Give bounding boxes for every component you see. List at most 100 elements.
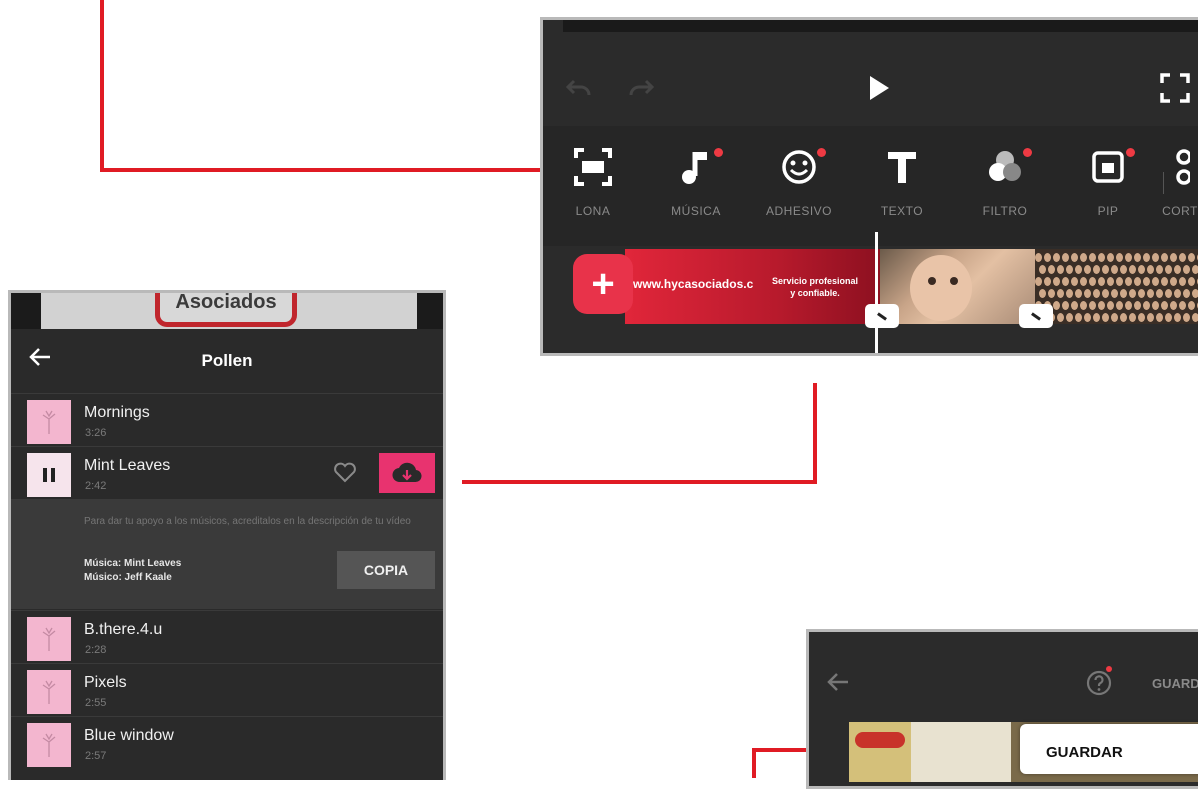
track-row[interactable]: Mornings 3:26	[11, 393, 443, 446]
crowd-head	[1143, 277, 1150, 286]
tool-musica[interactable]: MÚSICA	[646, 144, 746, 218]
transition-handle[interactable]	[1019, 304, 1053, 328]
baby-face	[910, 255, 972, 321]
eye	[928, 277, 936, 285]
crowd-head	[1120, 289, 1127, 298]
tool-cortar[interactable]: CORT	[1150, 144, 1198, 218]
track-row[interactable]: B.there.4.u 2:28	[11, 610, 443, 663]
crowd-head	[1111, 289, 1118, 298]
playhead[interactable]	[875, 232, 878, 353]
crowd-head	[1062, 277, 1069, 286]
tool-bar: LONA MÚSICA ADHESIVO TEXTO FILTRO PIP CO…	[543, 126, 1198, 246]
crowd-head	[1116, 301, 1123, 310]
music-note-icon	[682, 152, 707, 184]
tool-lona[interactable]: LONA	[543, 144, 643, 218]
crowd-head	[1089, 277, 1096, 286]
help-icon	[1086, 670, 1112, 696]
crowd-head	[1066, 265, 1073, 274]
preview-area	[563, 20, 1198, 32]
crowd-head	[1044, 277, 1051, 286]
track-name: Pixels	[84, 674, 127, 691]
download-button[interactable]	[379, 453, 435, 493]
crowd-head	[1057, 313, 1064, 322]
crowd-head	[1134, 277, 1141, 286]
crowd-head	[1035, 277, 1042, 286]
crowd-head	[1116, 253, 1123, 262]
crowd-head	[1048, 289, 1055, 298]
tool-texto[interactable]: TEXTO	[852, 144, 952, 218]
tool-adhesivo[interactable]: ADHESIVO	[749, 144, 849, 218]
timeline-clip-banner[interactable]: www.hycasociados.c Servicio profesional …	[625, 249, 880, 324]
credit-note: Para dar tu apoyo a los músicos, acredit…	[84, 516, 411, 527]
help-button[interactable]	[1086, 666, 1112, 701]
page-title: Pollen	[201, 351, 253, 370]
crowd-head	[1057, 289, 1064, 298]
copy-button[interactable]: COPIA	[337, 551, 435, 589]
crowd-head	[1156, 265, 1163, 274]
notification-dot	[1023, 148, 1032, 157]
connector-line	[100, 0, 104, 172]
crowd-head	[1107, 253, 1114, 262]
track-row[interactable]: Blue window 2:57	[11, 716, 443, 769]
fullscreen-button[interactable]	[1155, 70, 1195, 106]
undo-icon	[565, 79, 591, 96]
heart-icon	[334, 462, 356, 483]
canvas-icon	[574, 148, 612, 186]
notification-dot	[1126, 148, 1135, 157]
timeline[interactable]: www.hycasociados.c Servicio profesional …	[543, 232, 1198, 353]
crowd-head	[1071, 277, 1078, 286]
track-row[interactable]: Pixels 2:55	[11, 663, 443, 716]
crowd-head	[1161, 301, 1168, 310]
tool-filtro[interactable]: FILTRO	[955, 144, 1055, 218]
crowd-head	[1107, 277, 1114, 286]
crowd-head	[1170, 277, 1177, 286]
crowd-head	[1080, 277, 1087, 286]
track-name: Mornings	[84, 404, 150, 421]
crowd-head	[1044, 253, 1051, 262]
crowd-head	[1053, 301, 1060, 310]
crowd-head	[1152, 301, 1159, 310]
crowd-head	[1075, 313, 1082, 322]
crowd-head	[1039, 289, 1046, 298]
crowd-head	[1129, 313, 1136, 322]
smiley-icon	[782, 150, 816, 184]
back-button[interactable]	[827, 672, 849, 697]
crowd-head	[1143, 301, 1150, 310]
crowd-head	[1179, 301, 1186, 310]
track-row-active[interactable]: Mint Leaves 2:42	[11, 446, 443, 499]
crowd-head	[1161, 277, 1168, 286]
crowd-head	[1188, 301, 1195, 310]
album-art	[27, 670, 71, 714]
timeline-clip-crowd[interactable]	[1035, 249, 1198, 324]
play-button[interactable]	[859, 70, 899, 106]
crowd-head	[1147, 289, 1154, 298]
redo-button[interactable]	[621, 70, 661, 106]
crowd-head	[1183, 289, 1190, 298]
crowd-head	[1071, 253, 1078, 262]
transition-handle[interactable]	[865, 304, 899, 328]
crowd-head	[1165, 265, 1172, 274]
cloud-download-icon	[392, 462, 422, 483]
crowd-head	[1120, 265, 1127, 274]
add-clip-button[interactable]: +	[573, 254, 633, 314]
timeline-clip-baby[interactable]	[880, 249, 1035, 324]
crowd-head	[1102, 265, 1109, 274]
track-name: Mint Leaves	[84, 457, 171, 474]
notification-dot	[714, 148, 723, 157]
track-duration: 2:57	[85, 750, 107, 762]
filter-icon	[989, 151, 1021, 181]
crowd-head	[1080, 253, 1087, 262]
play-icon	[870, 76, 889, 100]
undo-button[interactable]	[559, 70, 599, 106]
pause-button[interactable]	[27, 453, 71, 497]
crowd-head	[1170, 301, 1177, 310]
favorite-button[interactable]	[333, 461, 357, 488]
plus-icon: +	[591, 261, 615, 306]
save-popup-label: GUARDAR	[1046, 744, 1123, 761]
crowd-head	[1174, 289, 1181, 298]
crowd-head	[1138, 313, 1145, 322]
crowd-head	[1134, 253, 1141, 262]
tool-pip[interactable]: PIP	[1058, 144, 1158, 218]
save-label[interactable]: GUARD	[1152, 676, 1198, 691]
eye	[950, 277, 958, 285]
